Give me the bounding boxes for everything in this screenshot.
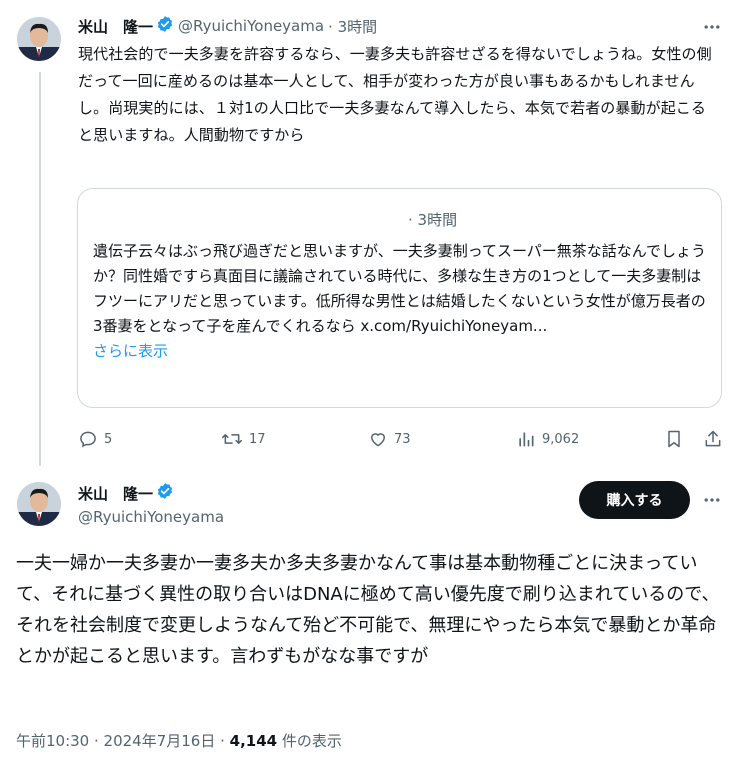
more-icon[interactable] bbox=[700, 488, 724, 512]
views-icon bbox=[519, 432, 534, 447]
post-text: 一夫一婦か一夫多妻か一妻多夫か多夫多妻かなんて事は基本動物種ごとに決まっていて、… bbox=[16, 553, 720, 667]
handle[interactable]: @RyuichiYoneyama bbox=[178, 17, 324, 35]
avatar-image bbox=[17, 17, 61, 61]
quote-text: 遺伝子云々はぶっ飛び過ぎだと思いますが、一夫多妻制ってスーパー無茶な話なんでしょ… bbox=[93, 239, 708, 364]
quote-timestamp: · 3時間 bbox=[408, 211, 458, 229]
bookmark-button[interactable] bbox=[664, 424, 690, 454]
verified-badge-icon bbox=[156, 15, 174, 37]
like-icon bbox=[371, 433, 385, 447]
post-header: 米山 隆一 @RyuichiYoneyama · 3時間 bbox=[78, 15, 377, 37]
buy-button[interactable]: 購入する bbox=[579, 481, 690, 519]
more-icon[interactable] bbox=[700, 15, 724, 39]
views-button[interactable]: 9,062 bbox=[516, 424, 579, 454]
repost-icon bbox=[222, 434, 242, 444]
timestamp[interactable]: · 3時間 bbox=[328, 16, 377, 37]
post-header: 米山 隆一 bbox=[78, 482, 174, 504]
display-name[interactable]: 米山 隆一 bbox=[78, 483, 153, 504]
like-button[interactable]: 73 bbox=[368, 424, 411, 454]
handle[interactable]: @RyuichiYoneyama bbox=[78, 508, 224, 526]
post-view-count: 4,144 bbox=[229, 732, 278, 750]
reply-icon bbox=[80, 431, 96, 448]
quote-body: 遺伝子云々はぶっ飛び過ぎだと思いますが、一夫多妻制ってスーパー無茶な話なんでしょ… bbox=[93, 242, 707, 335]
display-name[interactable]: 米山 隆一 bbox=[78, 16, 153, 37]
reply-button[interactable]: 5 bbox=[78, 424, 112, 454]
bookmark-icon bbox=[668, 430, 680, 448]
share-icon bbox=[705, 430, 721, 447]
quoted-post[interactable]: · 3時間 遺伝子云々はぶっ飛び過ぎだと思いますが、一夫多妻制ってスーパー無茶な… bbox=[77, 188, 722, 408]
view-count-suffix: 件の表示 bbox=[277, 732, 342, 750]
show-more-link[interactable]: さらに表示 bbox=[93, 342, 168, 360]
post-timestamp[interactable]: 午前10:30 · 2024年7月16日 · bbox=[16, 732, 230, 750]
post-meta: 午前10:30 · 2024年7月16日 · 4,144 件の表示 bbox=[16, 730, 342, 751]
post-text: 現代社会的で一夫多妻を許容するなら、一妻多夫も許容せざるを得ないでしょうね。女性… bbox=[78, 45, 712, 144]
thread-line bbox=[39, 72, 41, 466]
view-count: 9,062 bbox=[542, 431, 580, 447]
repost-count: 17 bbox=[249, 431, 266, 447]
verified-badge-icon bbox=[156, 482, 174, 504]
repost-button[interactable]: 17 bbox=[221, 424, 266, 454]
avatar[interactable] bbox=[17, 482, 61, 526]
reply-count: 5 bbox=[104, 431, 113, 447]
avatar-image bbox=[17, 482, 61, 526]
action-bar: 5 17 73 9,062 bbox=[78, 424, 723, 454]
share-button[interactable] bbox=[703, 424, 729, 454]
avatar[interactable] bbox=[17, 17, 61, 61]
like-count: 73 bbox=[394, 431, 411, 447]
